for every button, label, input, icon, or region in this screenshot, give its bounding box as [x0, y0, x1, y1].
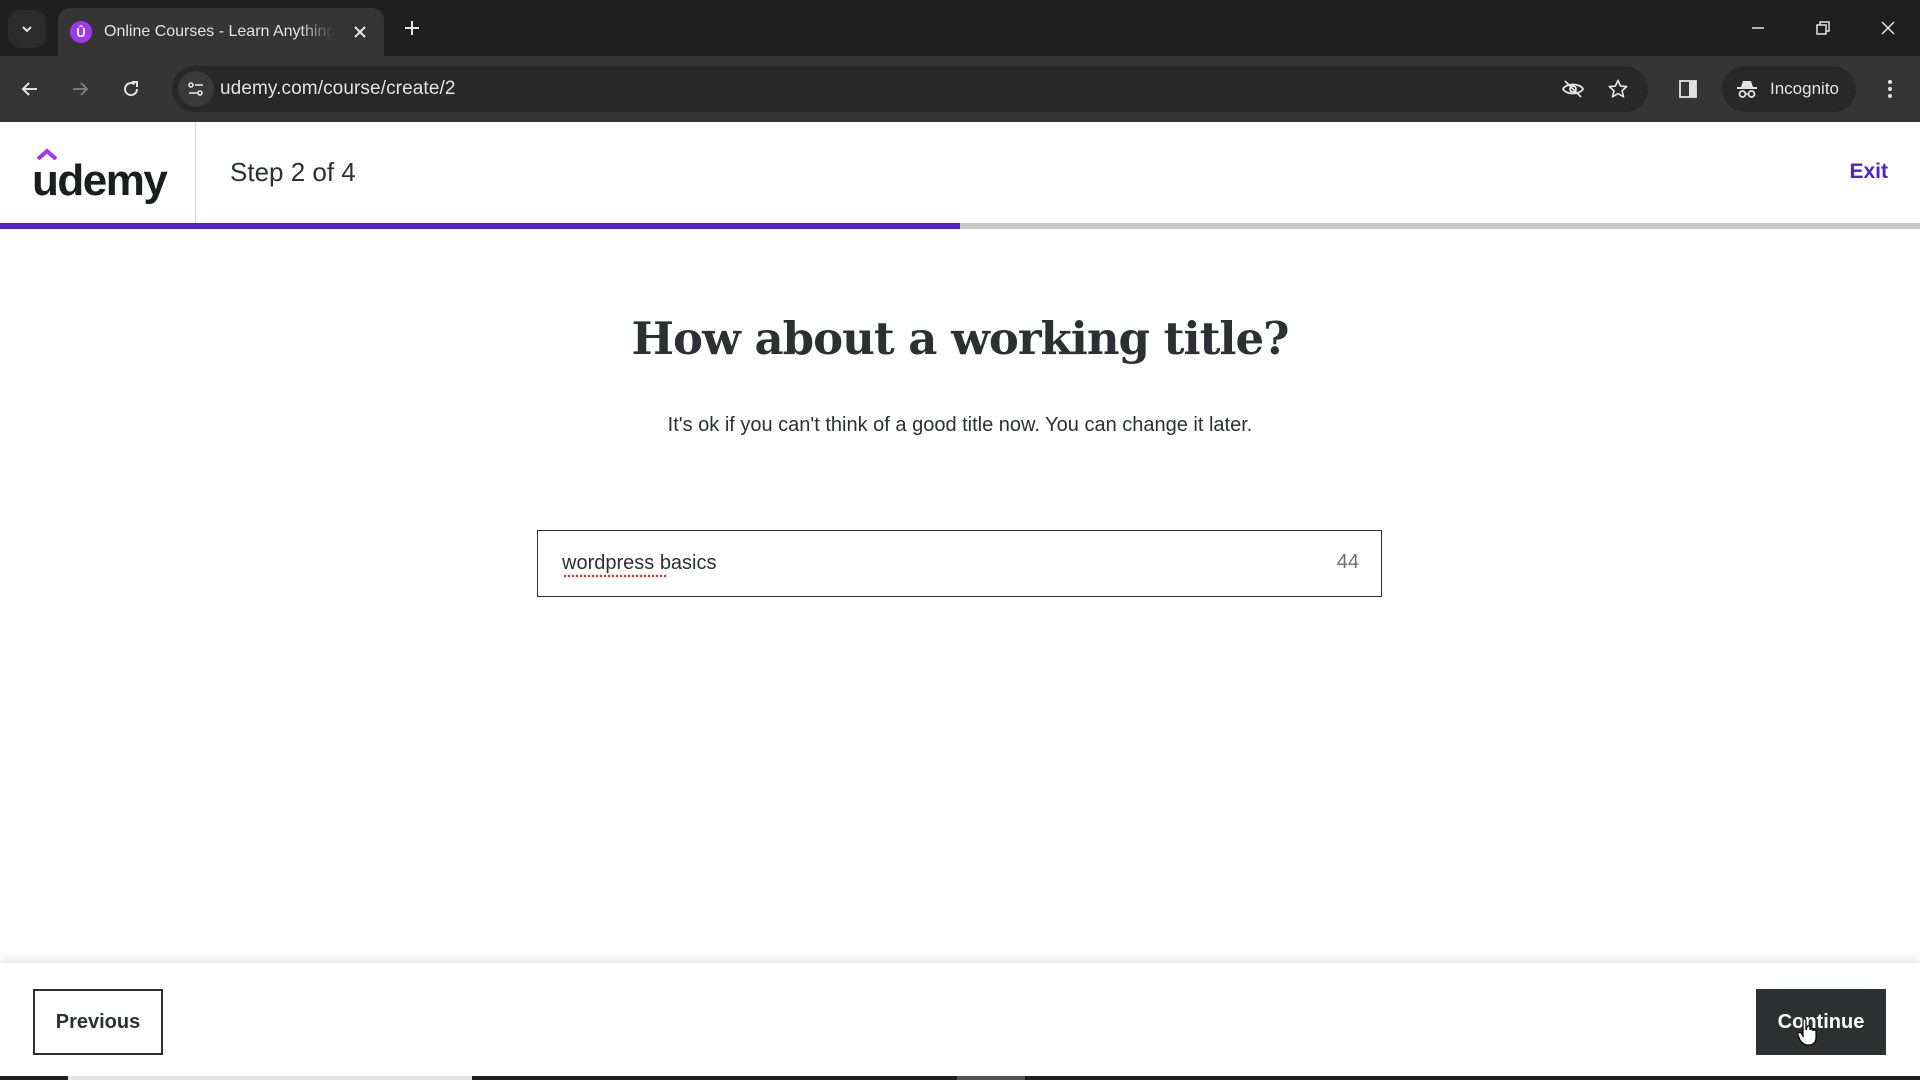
- window-close-icon: [1881, 21, 1895, 35]
- remaining-character-count: 44: [1336, 551, 1359, 573]
- back-button[interactable]: [12, 71, 48, 107]
- taskbar-edge: [0, 1076, 1920, 1080]
- restore-icon: [1816, 21, 1830, 35]
- taskbar-segment: [957, 1076, 1025, 1080]
- more-menu-icon: [1888, 80, 1892, 98]
- step-indicator: Step 2 of 4: [230, 157, 356, 187]
- udemy-favicon-icon: Û: [70, 21, 92, 43]
- close-icon: [354, 26, 366, 38]
- working-title-field[interactable]: 44: [537, 530, 1382, 597]
- more-menu-button[interactable]: [1872, 71, 1908, 107]
- site-info-button[interactable]: [178, 71, 214, 107]
- tab-title: Online Courses - Learn Anything: [104, 23, 334, 40]
- back-icon: [21, 82, 37, 96]
- browser-tab[interactable]: Û Online Courses - Learn Anything: [58, 8, 384, 56]
- bookmark-button[interactable]: [1604, 75, 1632, 103]
- wizard-footer: Previous Continue: [0, 962, 1920, 1076]
- minimize-button[interactable]: [1740, 12, 1776, 44]
- hand-pointer-cursor-icon: [1797, 1018, 1817, 1046]
- plus-icon: [405, 21, 419, 35]
- spellcheck-underline: [563, 574, 668, 578]
- logo-wordmark: udemy: [32, 156, 168, 205]
- minimize-icon: [1752, 27, 1764, 29]
- forward-button[interactable]: [62, 71, 98, 107]
- browser-titlebar: Û Online Courses - Learn Anything: [0, 0, 1920, 56]
- chevron-down-icon: [22, 26, 32, 33]
- window-close-button[interactable]: [1870, 12, 1906, 44]
- forward-icon: [73, 82, 89, 96]
- taskbar-segment: [68, 1076, 472, 1080]
- reload-button[interactable]: [113, 71, 149, 107]
- side-panel-button[interactable]: [1670, 71, 1706, 107]
- udemy-logo[interactable]: udemy: [32, 148, 168, 205]
- star-icon: [1608, 79, 1628, 98]
- reload-icon: [124, 81, 139, 97]
- incognito-icon: [1737, 81, 1757, 98]
- tab-close-button[interactable]: [348, 20, 372, 44]
- url-text[interactable]: udemy.com/course/create/2: [220, 78, 456, 100]
- browser-toolbar: udemy.com/course/create/2 Incognito: [0, 56, 1920, 122]
- tab-search-button[interactable]: [8, 10, 46, 48]
- header-divider: [195, 122, 196, 224]
- working-title-input[interactable]: [562, 531, 1302, 596]
- incognito-indicator[interactable]: Incognito: [1722, 66, 1856, 112]
- incognito-label: Incognito: [1770, 79, 1839, 98]
- address-bar[interactable]: udemy.com/course/create/2: [172, 66, 1648, 112]
- page-title: How about a working title?: [631, 312, 1290, 365]
- page-subtitle: It's ok if you can't think of a good tit…: [667, 414, 1253, 436]
- new-tab-button[interactable]: [398, 14, 426, 42]
- tracking-protection-button[interactable]: [1559, 75, 1587, 103]
- restore-button[interactable]: [1805, 12, 1841, 44]
- previous-button[interactable]: Previous: [33, 989, 163, 1055]
- eye-off-icon: [1561, 80, 1585, 98]
- step-progress-fill: [0, 223, 960, 229]
- site-info-icon: [188, 82, 203, 96]
- step-progress-bar: [0, 223, 1920, 229]
- exit-link[interactable]: Exit: [1849, 160, 1888, 184]
- course-create-header: udemy Step 2 of 4 Exit: [0, 122, 1920, 224]
- continue-button[interactable]: Continue: [1756, 989, 1886, 1055]
- side-panel-icon: [1679, 80, 1697, 98]
